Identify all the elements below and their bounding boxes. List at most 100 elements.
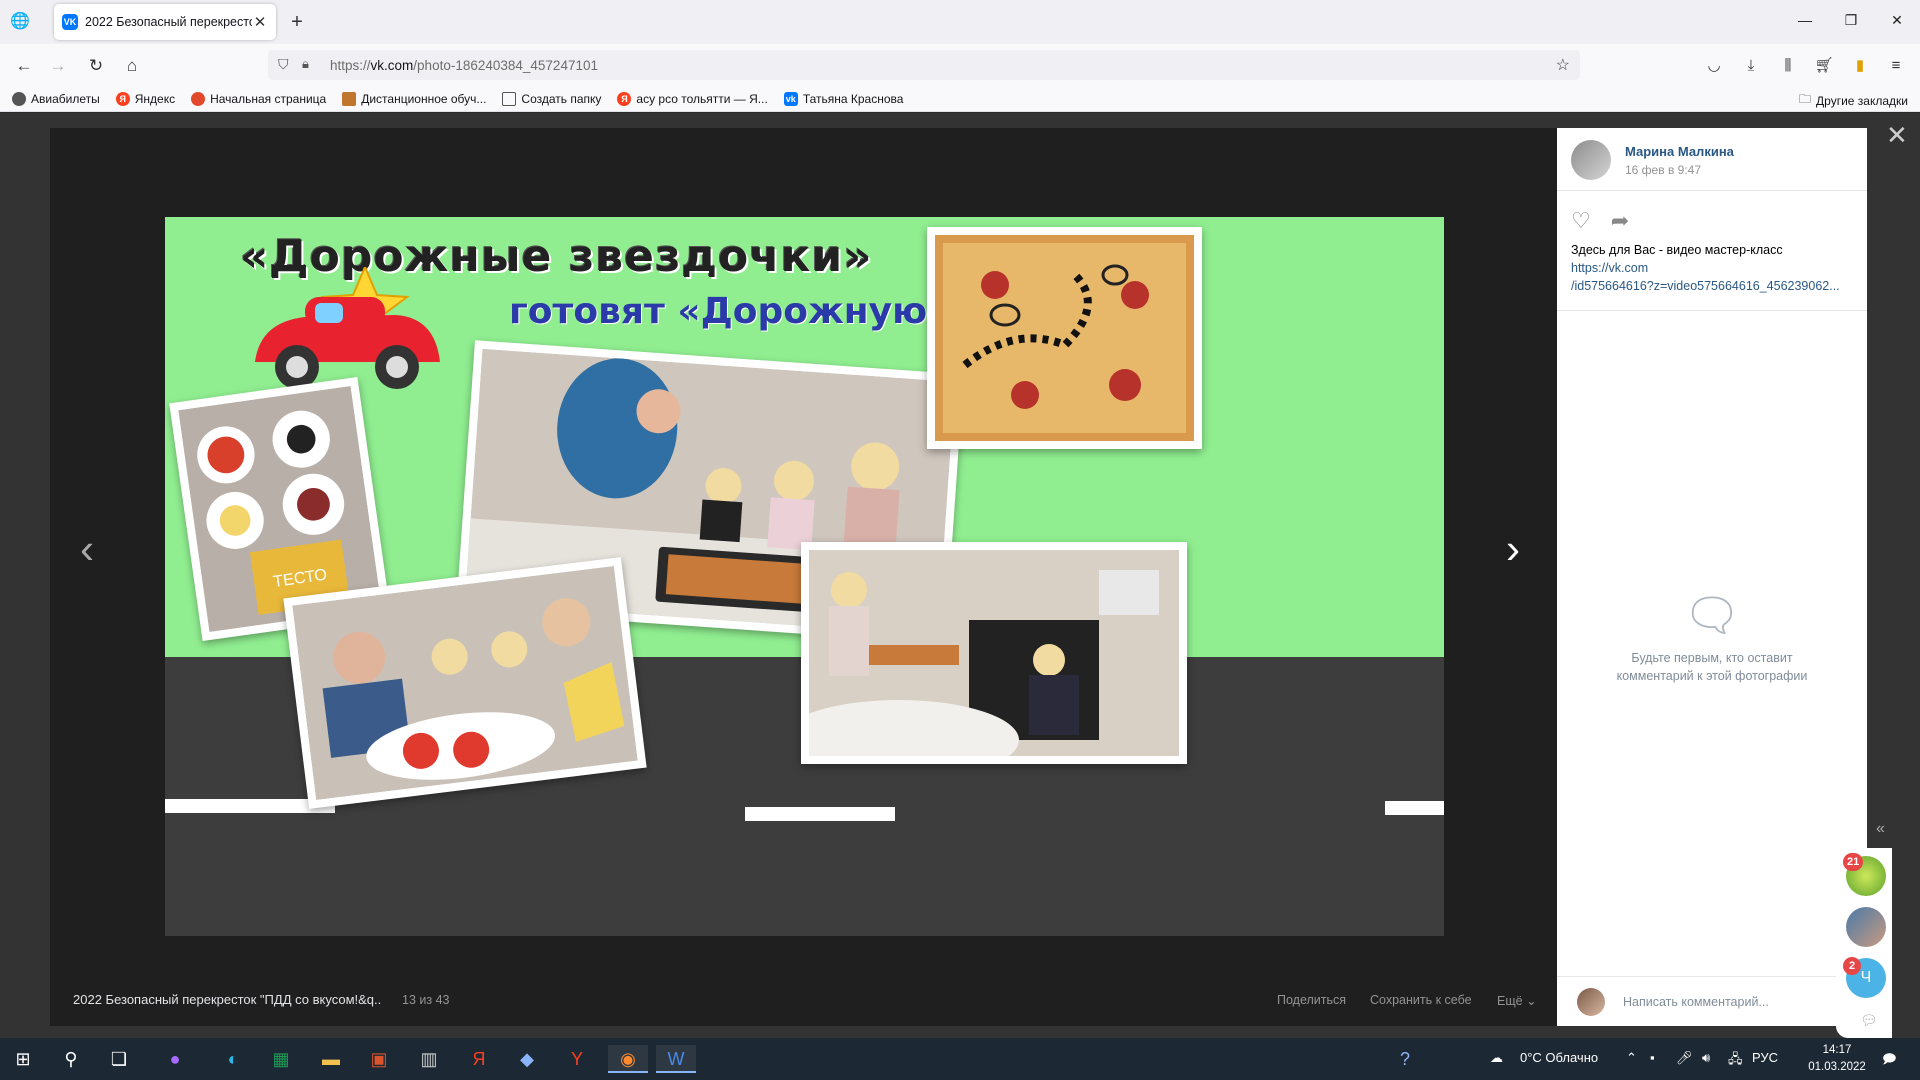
comment-composer: Написать комментарий...	[1557, 976, 1867, 1026]
word-icon[interactable]: W	[656, 1045, 696, 1073]
road-stripe	[1385, 801, 1444, 815]
bookmark-item[interactable]: Яасу рсо тольятти — Я...	[617, 91, 768, 106]
post-actions: ♡ ➦	[1571, 208, 1649, 234]
url-text[interactable]: https://vk.com/photo-186240384_457247101	[330, 58, 598, 73]
school-icon	[342, 91, 357, 106]
save-to-album-button[interactable]: Сохранить к себе	[1370, 993, 1472, 1007]
post-date[interactable]: 16 фев в 9:47	[1625, 163, 1734, 177]
photo-card-pizza	[927, 227, 1202, 449]
bookmark-item[interactable]: Начальная страница	[191, 91, 326, 106]
download-icon[interactable]: ⤓	[1739, 54, 1763, 78]
weather-cloud-icon[interactable]: ☁	[1490, 1050, 1503, 1066]
comment-bubble-icon: 🗨	[1682, 589, 1742, 641]
share-button[interactable]: Поделиться	[1277, 993, 1346, 1007]
help-icon[interactable]: ?	[1390, 1045, 1420, 1073]
vk-icon: vk	[783, 91, 798, 106]
extension-flag-icon[interactable]: ▮	[1848, 54, 1872, 78]
app-icon[interactable]: ◆	[512, 1045, 542, 1073]
edge-icon[interactable]: ◐	[218, 1045, 248, 1073]
browser-tab-active[interactable]: VK 2022 Безопасный перекресток ✕	[54, 4, 276, 40]
globe-icon[interactable]: 🌐	[10, 12, 30, 32]
windows-taskbar: ⊞ ⚲ ❏ ● ◐ ▦ ▬ ▣ ▥ Я ◆ Y ◉ W ? ☁ 0°C Обла…	[0, 1038, 1920, 1080]
tab-close-icon[interactable]: ✕	[252, 13, 268, 31]
library-icon[interactable]: ⫼	[1776, 54, 1800, 78]
messages-icon[interactable]: 💬︎	[1860, 1012, 1878, 1029]
post-author: Марина Малкина 16 фев в 9:47	[1571, 140, 1734, 180]
calculator-icon[interactable]: ▥	[414, 1045, 444, 1073]
video-link-path[interactable]: /id575664616?z=video575664616_456239062.…	[1571, 277, 1856, 295]
prev-photo-chevron-icon[interactable]: ‹	[80, 525, 94, 573]
tab-title: 2022 Безопасный перекресток	[85, 15, 252, 29]
forward-arrow-icon[interactable]: →	[46, 54, 70, 78]
photo-card-tomatoes	[283, 557, 647, 809]
globe-icon	[12, 91, 26, 106]
windows-start-icon[interactable]: ⊞	[8, 1045, 38, 1073]
share-arrow-icon[interactable]: ➦	[1611, 208, 1629, 234]
speaker-icon[interactable]: 🔊︎	[1702, 1050, 1710, 1066]
browser-tab-bar: 🌐 VK 2022 Безопасный перекресток ✕ + — ❐…	[0, 0, 1920, 44]
car-star-illustration	[255, 267, 440, 389]
bookmarks-bar: Авиабилеты Я Яндекс Начальная страница Ди…	[0, 86, 1920, 112]
bookmark-item[interactable]: Авиабилеты	[12, 91, 100, 106]
tray-apps-icon[interactable]: ▪	[1650, 1050, 1655, 1065]
notifications-icon[interactable]: 🗩	[1882, 1050, 1896, 1072]
next-photo-chevron-icon[interactable]: ›	[1506, 525, 1520, 573]
my-avatar	[1577, 987, 1605, 1016]
photo-card-kitchen-oven	[779, 542, 1187, 780]
video-link[interactable]: https://vk.com	[1571, 259, 1856, 277]
viewer-footer: 2022 Безопасный перекресток "ПДД со вкус…	[50, 985, 1557, 1015]
vk-favicon-icon: VK	[62, 14, 78, 30]
bookmarks-other[interactable]: 🗀 Другие закладки	[1799, 90, 1908, 111]
menu-hamburger-icon[interactable]: ≡	[1884, 54, 1908, 78]
photo-image[interactable]: «Дорожные звездочки» готовят «Дорожную п…	[165, 217, 1444, 936]
folder-icon: 🗀	[1799, 92, 1812, 106]
url-bar[interactable]: ⛉ 🔒︎ https://vk.com/photo-186240384_4572…	[268, 50, 1580, 80]
yandex-icon: Я	[115, 91, 130, 106]
excel-icon[interactable]: ▦	[266, 1045, 296, 1073]
album-title[interactable]: 2022 Безопасный перекресток "ПДД со вкус…	[73, 992, 381, 1007]
author-name[interactable]: Марина Малкина	[1625, 144, 1734, 159]
lock-icon[interactable]: 🔒︎	[302, 56, 309, 72]
collapse-chats-icon[interactable]: «	[1876, 820, 1885, 838]
chat-bubble[interactable]	[1846, 907, 1886, 947]
weather-text[interactable]: 0°C Облачно	[1520, 1050, 1598, 1065]
powerpoint-icon[interactable]: ▣	[364, 1045, 394, 1073]
cart-icon[interactable]: 🛒︎	[1812, 54, 1836, 78]
language-indicator[interactable]: РУС	[1752, 1050, 1778, 1065]
network-icon[interactable]: 🖧	[1728, 1050, 1743, 1072]
new-tab-plus-icon[interactable]: +	[286, 11, 308, 34]
bookmark-item[interactable]: vk Татьяна Краснова	[783, 91, 903, 106]
empty-comments-text: Будьте первым, кто оставит комментарий к…	[1616, 651, 1808, 683]
pocket-icon[interactable]: ◡	[1702, 54, 1726, 78]
tray-chevron-up-icon[interactable]: ⌃	[1626, 1050, 1637, 1066]
microphone-icon[interactable]: 🎤︎	[1676, 1050, 1693, 1066]
search-icon[interactable]: ⚲	[56, 1045, 86, 1073]
shield-icon[interactable]: ⛉	[278, 56, 289, 73]
home-icon[interactable]: ⌂	[120, 54, 144, 78]
reload-icon[interactable]: ↻	[84, 54, 108, 78]
minimize-icon[interactable]: —	[1782, 12, 1828, 28]
window-close-icon[interactable]: ✕	[1874, 12, 1920, 29]
alice-icon[interactable]: ●	[160, 1045, 190, 1073]
like-heart-icon[interactable]: ♡	[1571, 208, 1591, 234]
divider	[1557, 310, 1867, 311]
bookmark-star-icon[interactable]: ☆	[1556, 55, 1570, 75]
photo-side-panel: Марина Малкина 16 фев в 9:47 ♡ ➦ Здесь д…	[1557, 128, 1867, 1026]
comment-input[interactable]: Написать комментарий...	[1623, 995, 1769, 1009]
task-view-icon[interactable]: ❏	[104, 1045, 134, 1073]
bookmark-item[interactable]: Создать папку	[502, 91, 601, 106]
firefox-icon[interactable]: ◉	[608, 1045, 648, 1073]
back-arrow-icon[interactable]: ←	[12, 54, 36, 78]
viewer-close-icon[interactable]: ✕	[1886, 120, 1908, 151]
yandex-icon[interactable]: Я	[464, 1045, 494, 1073]
bookmark-item[interactable]: Я Яндекс	[115, 91, 175, 106]
taskbar-clock[interactable]: 14:17 01.03.2022	[1792, 1042, 1882, 1076]
restore-icon[interactable]: ❐	[1828, 12, 1874, 29]
yandex-browser-icon[interactable]: Y	[562, 1045, 592, 1073]
folder-icon	[502, 91, 517, 106]
unread-badge: 2	[1843, 957, 1861, 975]
more-button[interactable]: Ещё ⌄	[1497, 993, 1537, 1008]
author-avatar[interactable]	[1571, 140, 1611, 180]
bookmark-item[interactable]: Дистанционное обуч...	[342, 91, 486, 106]
explorer-folder-icon[interactable]: ▬	[316, 1045, 346, 1073]
